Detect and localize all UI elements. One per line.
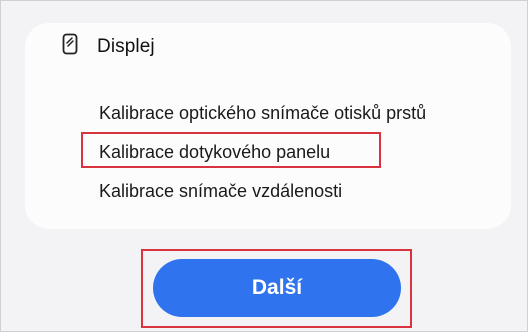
display-section-card: Displej Kalibrace optického snímače otis… xyxy=(25,23,511,229)
touch-panel-highlight xyxy=(81,132,381,168)
screen-frame: Displej Kalibrace optického snímače otis… xyxy=(0,0,528,332)
menu-item-fingerprint-calibration[interactable]: Kalibrace optického snímače otisků prstů xyxy=(99,103,426,124)
menu-item-proximity-sensor-calibration[interactable]: Kalibrace snímače vzdálenosti xyxy=(99,181,342,202)
phone-icon xyxy=(62,33,78,55)
next-button-highlight xyxy=(141,249,412,328)
section-title: Displej xyxy=(97,36,155,57)
